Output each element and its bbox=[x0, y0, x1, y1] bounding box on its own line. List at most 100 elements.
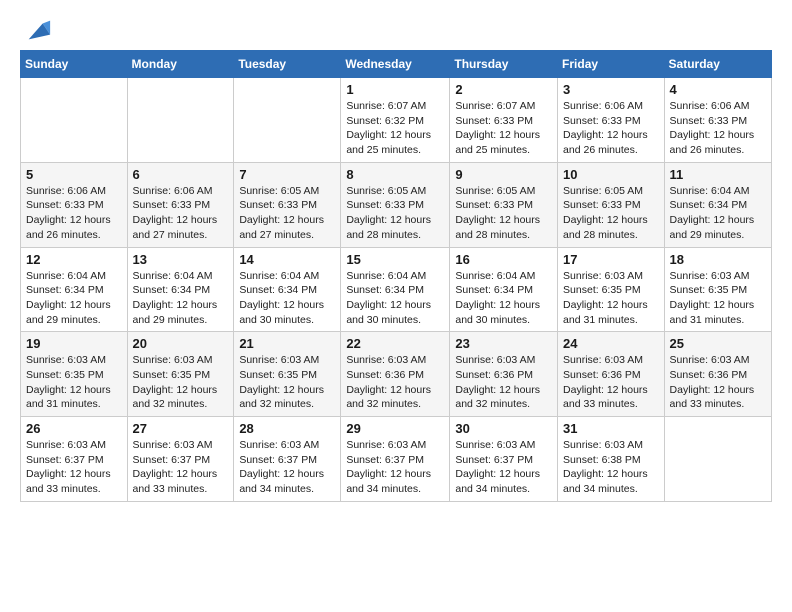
day-info: Sunrise: 6:03 AM Sunset: 6:38 PM Dayligh… bbox=[563, 438, 659, 497]
calendar-cell: 21 Sunrise: 6:03 AM Sunset: 6:35 PM Dayli… bbox=[234, 332, 341, 417]
calendar-cell: 16 Sunrise: 6:04 AM Sunset: 6:34 PM Dayli… bbox=[450, 247, 558, 332]
day-number: 20 bbox=[133, 336, 229, 351]
day-number: 21 bbox=[239, 336, 335, 351]
day-info: Sunrise: 6:04 AM Sunset: 6:34 PM Dayligh… bbox=[455, 269, 552, 328]
calendar-cell: 31 Sunrise: 6:03 AM Sunset: 6:38 PM Dayli… bbox=[558, 417, 665, 502]
day-number: 13 bbox=[133, 252, 229, 267]
day-info: Sunrise: 6:05 AM Sunset: 6:33 PM Dayligh… bbox=[239, 184, 335, 243]
day-info: Sunrise: 6:03 AM Sunset: 6:37 PM Dayligh… bbox=[26, 438, 122, 497]
day-info: Sunrise: 6:03 AM Sunset: 6:37 PM Dayligh… bbox=[346, 438, 444, 497]
calendar-cell: 14 Sunrise: 6:04 AM Sunset: 6:34 PM Dayli… bbox=[234, 247, 341, 332]
calendar-cell: 15 Sunrise: 6:04 AM Sunset: 6:34 PM Dayli… bbox=[341, 247, 450, 332]
weekday-header-saturday: Saturday bbox=[664, 51, 771, 78]
day-number: 8 bbox=[346, 167, 444, 182]
calendar-cell: 27Sunrise: 6:03 AM Sunset: 6:37 PM Dayli… bbox=[127, 417, 234, 502]
day-number: 14 bbox=[239, 252, 335, 267]
day-number: 17 bbox=[563, 252, 659, 267]
calendar-cell: 8 Sunrise: 6:05 AM Sunset: 6:33 PM Daylig… bbox=[341, 162, 450, 247]
day-info: Sunrise: 6:05 AM Sunset: 6:33 PM Dayligh… bbox=[455, 184, 552, 243]
day-number: 11 bbox=[670, 167, 766, 182]
day-number: 23 bbox=[455, 336, 552, 351]
day-info: Sunrise: 6:03 AM Sunset: 6:35 PM Dayligh… bbox=[239, 353, 335, 412]
day-number: 4 bbox=[670, 82, 766, 97]
day-number: 1 bbox=[346, 82, 444, 97]
day-number: 7 bbox=[239, 167, 335, 182]
calendar-cell: 1 Sunrise: 6:07 AM Sunset: 6:32 PM Daylig… bbox=[341, 78, 450, 163]
day-number: 24 bbox=[563, 336, 659, 351]
calendar-cell bbox=[127, 78, 234, 163]
calendar-cell: 4 Sunrise: 6:06 AM Sunset: 6:33 PM Daylig… bbox=[664, 78, 771, 163]
day-info: Sunrise: 6:03 AM Sunset: 6:35 PM Dayligh… bbox=[26, 353, 122, 412]
calendar-cell: 2 Sunrise: 6:07 AM Sunset: 6:33 PM Daylig… bbox=[450, 78, 558, 163]
calendar-cell: 19 Sunrise: 6:03 AM Sunset: 6:35 PM Dayli… bbox=[21, 332, 128, 417]
day-number: 2 bbox=[455, 82, 552, 97]
calendar-cell: 17 Sunrise: 6:03 AM Sunset: 6:35 PM Dayli… bbox=[558, 247, 665, 332]
calendar-cell: 20 Sunrise: 6:03 AM Sunset: 6:35 PM Dayli… bbox=[127, 332, 234, 417]
calendar-cell: 13 Sunrise: 6:04 AM Sunset: 6:34 PM Dayli… bbox=[127, 247, 234, 332]
page-header bbox=[20, 20, 772, 40]
day-info: Sunrise: 6:07 AM Sunset: 6:33 PM Dayligh… bbox=[455, 99, 552, 158]
calendar-cell: 6 Sunrise: 6:06 AM Sunset: 6:33 PM Daylig… bbox=[127, 162, 234, 247]
day-info: Sunrise: 6:04 AM Sunset: 6:34 PM Dayligh… bbox=[133, 269, 229, 328]
day-info: Sunrise: 6:04 AM Sunset: 6:34 PM Dayligh… bbox=[346, 269, 444, 328]
day-info: Sunrise: 6:04 AM Sunset: 6:34 PM Dayligh… bbox=[26, 269, 122, 328]
calendar-cell: 29 Sunrise: 6:03 AM Sunset: 6:37 PM Dayli… bbox=[341, 417, 450, 502]
calendar-cell: 22Sunrise: 6:03 AM Sunset: 6:36 PM Dayli… bbox=[341, 332, 450, 417]
weekday-header-thursday: Thursday bbox=[450, 51, 558, 78]
day-number: 5 bbox=[26, 167, 122, 182]
day-number: 25 bbox=[670, 336, 766, 351]
day-info: Sunrise: 6:03 AM Sunset: 6:35 PM Dayligh… bbox=[563, 269, 659, 328]
weekday-header-tuesday: Tuesday bbox=[234, 51, 341, 78]
day-number: 26 bbox=[26, 421, 122, 436]
calendar-table: SundayMondayTuesdayWednesdayThursdayFrid… bbox=[20, 50, 772, 502]
day-number: 16 bbox=[455, 252, 552, 267]
day-info: Sunrise: 6:06 AM Sunset: 6:33 PM Dayligh… bbox=[670, 99, 766, 158]
day-info: Sunrise: 6:04 AM Sunset: 6:34 PM Dayligh… bbox=[670, 184, 766, 243]
day-number: 28 bbox=[239, 421, 335, 436]
logo bbox=[20, 20, 52, 40]
calendar-cell: 9 Sunrise: 6:05 AM Sunset: 6:33 PM Daylig… bbox=[450, 162, 558, 247]
day-info: Sunrise: 6:03 AM Sunset: 6:35 PM Dayligh… bbox=[670, 269, 766, 328]
calendar-cell: 11 Sunrise: 6:04 AM Sunset: 6:34 PM Dayli… bbox=[664, 162, 771, 247]
calendar-cell: 10Sunrise: 6:05 AM Sunset: 6:33 PM Dayli… bbox=[558, 162, 665, 247]
day-number: 29 bbox=[346, 421, 444, 436]
day-number: 10 bbox=[563, 167, 659, 182]
day-number: 30 bbox=[455, 421, 552, 436]
day-number: 6 bbox=[133, 167, 229, 182]
weekday-header-wednesday: Wednesday bbox=[341, 51, 450, 78]
calendar-cell: 25 Sunrise: 6:03 AM Sunset: 6:36 PM Dayli… bbox=[664, 332, 771, 417]
calendar-cell bbox=[21, 78, 128, 163]
calendar-cell: 7 Sunrise: 6:05 AM Sunset: 6:33 PM Daylig… bbox=[234, 162, 341, 247]
day-info: Sunrise: 6:06 AM Sunset: 6:33 PM Dayligh… bbox=[133, 184, 229, 243]
calendar-cell: 23 Sunrise: 6:03 AM Sunset: 6:36 PM Dayli… bbox=[450, 332, 558, 417]
day-info: Sunrise: 6:05 AM Sunset: 6:33 PM Dayligh… bbox=[346, 184, 444, 243]
weekday-header-friday: Friday bbox=[558, 51, 665, 78]
day-number: 31 bbox=[563, 421, 659, 436]
day-info: Sunrise: 6:03 AM Sunset: 6:37 PM Dayligh… bbox=[455, 438, 552, 497]
day-number: 22 bbox=[346, 336, 444, 351]
calendar-cell bbox=[234, 78, 341, 163]
day-number: 12 bbox=[26, 252, 122, 267]
calendar-cell: 30 Sunrise: 6:03 AM Sunset: 6:37 PM Dayli… bbox=[450, 417, 558, 502]
calendar-cell: 12 Sunrise: 6:04 AM Sunset: 6:34 PM Dayli… bbox=[21, 247, 128, 332]
calendar-cell: 3Sunrise: 6:06 AM Sunset: 6:33 PM Daylig… bbox=[558, 78, 665, 163]
calendar-cell: 26 Sunrise: 6:03 AM Sunset: 6:37 PM Dayli… bbox=[21, 417, 128, 502]
calendar-cell: 18 Sunrise: 6:03 AM Sunset: 6:35 PM Dayli… bbox=[664, 247, 771, 332]
day-info: Sunrise: 6:03 AM Sunset: 6:36 PM Dayligh… bbox=[455, 353, 552, 412]
day-number: 9 bbox=[455, 167, 552, 182]
day-info: Sunrise: 6:06 AM Sunset: 6:33 PM Dayligh… bbox=[26, 184, 122, 243]
day-number: 19 bbox=[26, 336, 122, 351]
weekday-header-sunday: Sunday bbox=[21, 51, 128, 78]
day-info: Sunrise: 6:07 AM Sunset: 6:32 PM Dayligh… bbox=[346, 99, 444, 158]
day-info: Sunrise: 6:03 AM Sunset: 6:36 PM Dayligh… bbox=[670, 353, 766, 412]
weekday-header-monday: Monday bbox=[127, 51, 234, 78]
day-number: 15 bbox=[346, 252, 444, 267]
day-info: Sunrise: 6:03 AM Sunset: 6:37 PM Dayligh… bbox=[239, 438, 335, 497]
calendar-cell: 24 Sunrise: 6:03 AM Sunset: 6:36 PM Dayli… bbox=[558, 332, 665, 417]
day-info: Sunrise: 6:04 AM Sunset: 6:34 PM Dayligh… bbox=[239, 269, 335, 328]
day-info: Sunrise: 6:03 AM Sunset: 6:35 PM Dayligh… bbox=[133, 353, 229, 412]
calendar-cell: 28 Sunrise: 6:03 AM Sunset: 6:37 PM Dayli… bbox=[234, 417, 341, 502]
day-number: 3 bbox=[563, 82, 659, 97]
day-number: 18 bbox=[670, 252, 766, 267]
day-info: Sunrise: 6:03 AM Sunset: 6:36 PM Dayligh… bbox=[563, 353, 659, 412]
